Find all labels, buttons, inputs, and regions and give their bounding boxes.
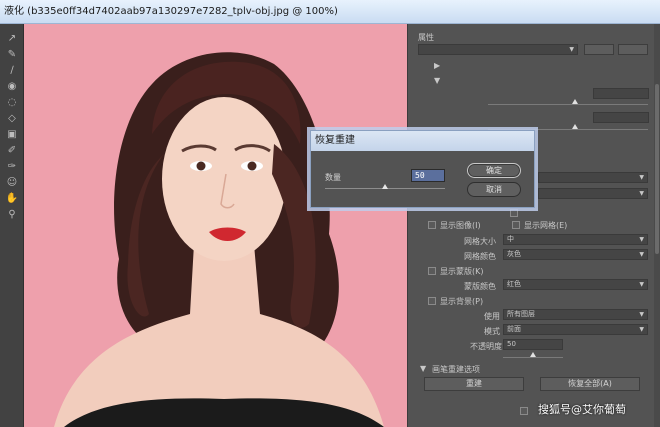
use-value: 所有图层 [507,310,535,318]
chevron-down-icon: ▼ [639,311,644,318]
mask-color-value: 红色 [507,280,521,288]
chevron-down-icon: ▼ [639,190,644,197]
panel-scrollbar[interactable] [654,24,660,427]
bloat-tool-icon[interactable]: ◇ [5,112,19,126]
show-backdrop-label: 显示背景(P) [440,297,484,306]
mesh-color-select[interactable]: 灰色 ▼ [503,249,648,260]
chevron-down-icon: ▼ [569,46,574,53]
value-field-2[interactable] [593,112,649,123]
reconstruct-dialog: 恢复重建 数量 50 确定 取消 [310,130,535,208]
mesh-size-label: 网格大小 [464,237,496,246]
twirl-tool-icon[interactable]: ◉ [5,80,19,94]
preview-checkbox[interactable] [520,407,528,415]
mode-value: 前面 [507,325,521,333]
brush-reconstruct-label: 画笔重建选项 [432,365,480,374]
thaw-mask-tool-icon[interactable]: ✑ [5,160,19,174]
scrollbar-thumb[interactable] [655,84,659,254]
ok-button[interactable]: 确定 [467,163,521,178]
face-select[interactable]: ▼ [538,172,648,183]
chevron-down-icon: ▼ [639,251,644,258]
reconstruct-button[interactable]: 重建 [424,377,524,391]
forward-warp-tool-icon[interactable]: ↗ [5,32,19,46]
collapse-arrow-icon[interactable]: ▼ [420,364,426,373]
mesh-color-label: 网格颜色 [464,252,496,261]
mask-color-select[interactable]: 红色 ▼ [503,279,648,290]
chevron-down-icon: ▼ [639,236,644,243]
portrait-image [24,24,407,427]
mode-select[interactable]: 前面 ▼ [503,324,648,335]
dialog-title: 恢复重建 [311,131,534,151]
face-tool-icon[interactable]: ☺ [5,176,19,190]
amount-slider-thumb[interactable] [382,184,388,189]
mask-checkbox[interactable] [510,209,518,217]
expand-arrow-icon[interactable]: ▶ [434,61,440,70]
tools-panel: ↗ ✎ ∕ ◉ ◌ ◇ ▣ ✐ ✑ ☺ ✋ ⚲ [0,24,24,427]
chevron-down-icon: ▼ [639,326,644,333]
value-field-1[interactable] [593,88,649,99]
chevron-down-icon: ▼ [639,281,644,288]
opacity-slider-thumb[interactable] [530,352,536,357]
show-mask-checkbox[interactable] [428,267,436,275]
push-left-tool-icon[interactable]: ▣ [5,128,19,142]
use-label: 使用 [484,312,500,321]
reset-button[interactable] [584,44,614,55]
show-mesh-label: 显示网格(E) [524,221,568,230]
show-mesh-checkbox[interactable] [512,221,520,229]
show-mask-label: 显示蒙版(K) [440,267,484,276]
reconstruct-tool-icon[interactable]: ✎ [5,48,19,62]
collapse-arrow-icon[interactable]: ▼ [434,76,440,85]
show-backdrop-checkbox[interactable] [428,297,436,305]
slider-track-1[interactable] [488,104,648,105]
mesh-size-select[interactable]: 中 ▼ [503,234,648,245]
properties-panel: 属性 ▼ ▶ ▼ ▼ ▼ 显示图像(I) 显示网格(E) 网格大小 中 ▼ 网格颜… [407,24,660,427]
brush-tool-select[interactable]: ▼ [418,44,578,55]
use-select[interactable]: 所有图层 ▼ [503,309,648,320]
chevron-down-icon: ▼ [639,174,644,181]
show-image-checkbox[interactable] [428,221,436,229]
hand-tool-icon[interactable]: ✋ [5,192,19,206]
restore-all-button[interactable]: 恢复全部(A) [540,377,640,391]
mesh-color-value: 灰色 [507,250,521,258]
opacity-field[interactable]: 50 [503,339,563,350]
window-title: 液化 (b335e0ff34d7402aab97a130297e7282_tpl… [0,0,660,24]
pucker-tool-icon[interactable]: ◌ [5,96,19,110]
slider-thumb-1[interactable] [572,99,578,104]
amount-input[interactable]: 50 [411,169,445,182]
freeze-mask-tool-icon[interactable]: ✐ [5,144,19,158]
watermark-text: 搜狐号@艾你葡萄 [538,403,626,416]
zoom-tool-icon[interactable]: ⚲ [5,208,19,222]
amount-label: 数量 [325,173,341,182]
opacity-label: 不透明度 [470,342,502,351]
image-canvas[interactable] [24,24,407,427]
mesh-size-value: 中 [507,235,514,243]
slider-thumb-2[interactable] [572,124,578,129]
mode-label: 模式 [484,327,500,336]
opacity-slider-track[interactable] [503,357,563,358]
smooth-tool-icon[interactable]: ∕ [5,64,19,78]
cancel-button[interactable]: 取消 [467,182,521,197]
all-button[interactable] [618,44,648,55]
show-image-label: 显示图像(I) [440,221,481,230]
properties-label: 属性 [418,33,434,42]
eye-select[interactable]: ▼ [538,188,648,199]
mask-color-label: 蒙版颜色 [464,282,496,291]
